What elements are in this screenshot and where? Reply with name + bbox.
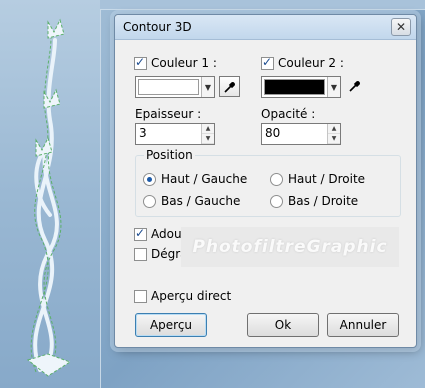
stepper-arrows[interactable]: ▲ ▼ xyxy=(201,124,214,144)
couleur2-label: Couleur 2 : xyxy=(278,56,344,70)
couleur1-swatch xyxy=(138,79,199,95)
eyedropper-icon[interactable] xyxy=(345,76,364,95)
apercu-direct-checkbox[interactable]: Aperçu direct xyxy=(134,289,231,303)
epaisseur-label: Epaisseur : xyxy=(135,107,202,121)
position-group-title: Position xyxy=(144,148,195,162)
chevron-up-icon[interactable]: ▲ xyxy=(328,124,340,134)
opacite-stepper[interactable]: 80 ▲ ▼ xyxy=(261,123,341,145)
radio-dot[interactable] xyxy=(270,172,283,186)
apercu-direct-label: Aperçu direct xyxy=(151,289,232,303)
radio-dot[interactable] xyxy=(143,194,156,208)
opacite-label: Opacité : xyxy=(261,107,316,121)
opacite-value[interactable]: 80 xyxy=(262,124,327,144)
chevron-down-icon[interactable]: ▼ xyxy=(202,134,214,144)
epaisseur-value[interactable]: 3 xyxy=(136,124,201,144)
checkbox-checked[interactable] xyxy=(134,226,147,241)
eyedropper-icon[interactable] xyxy=(219,76,240,97)
radio-label: Haut / Droite xyxy=(288,172,366,186)
radio-bas-gauche[interactable]: Bas / Gauche xyxy=(143,194,240,208)
stepper-arrows[interactable]: ▲ ▼ xyxy=(327,124,340,144)
couleur2-swatch xyxy=(264,79,325,95)
checkbox-checked[interactable] xyxy=(134,55,147,70)
annuler-button[interactable]: Annuler xyxy=(327,313,399,337)
apercu-button[interactable]: Aperçu xyxy=(135,313,207,337)
radio-haut-droite[interactable]: Haut / Droite xyxy=(270,172,365,186)
couleur2-combo[interactable]: ▼ xyxy=(261,76,341,98)
radio-dot[interactable] xyxy=(270,194,283,208)
watermark: PhotofiltreGraphic xyxy=(181,227,399,267)
chevron-down-icon[interactable]: ▼ xyxy=(327,77,340,97)
contour-3d-dialog: Contour 3D ✕ Couleur 1 : ▼ Couleur 2 : ▼… xyxy=(114,14,417,348)
couleur2-checkbox[interactable]: Couleur 2 : xyxy=(261,55,344,70)
close-icon[interactable]: ✕ xyxy=(391,18,411,36)
radio-label: Haut / Gauche xyxy=(161,172,248,186)
checkbox-unchecked[interactable] xyxy=(134,247,147,261)
epaisseur-stepper[interactable]: 3 ▲ ▼ xyxy=(135,123,215,145)
couleur1-combo[interactable]: ▼ xyxy=(135,76,215,98)
couleur1-checkbox[interactable]: Couleur 1 : xyxy=(134,55,217,70)
chevron-down-icon[interactable]: ▼ xyxy=(328,134,340,144)
checkbox-checked[interactable] xyxy=(261,55,274,70)
radio-bas-droite[interactable]: Bas / Droite xyxy=(270,194,358,208)
radio-label: Bas / Gauche xyxy=(161,194,241,208)
couleur1-label: Couleur 1 : xyxy=(151,56,217,70)
top-strip xyxy=(100,0,425,10)
radio-haut-gauche[interactable]: Haut / Gauche xyxy=(143,172,247,186)
radio-dot[interactable] xyxy=(143,172,156,186)
chevron-down-icon[interactable]: ▼ xyxy=(201,77,214,97)
title-bar: Contour 3D ✕ xyxy=(115,15,416,40)
radio-label: Bas / Droite xyxy=(288,194,359,208)
ok-button[interactable]: Ok xyxy=(247,313,319,337)
dialog-title: Contour 3D xyxy=(123,20,192,34)
chevron-up-icon[interactable]: ▲ xyxy=(202,124,214,134)
flower-ornament xyxy=(26,18,72,377)
checkbox-unchecked[interactable] xyxy=(134,289,147,303)
